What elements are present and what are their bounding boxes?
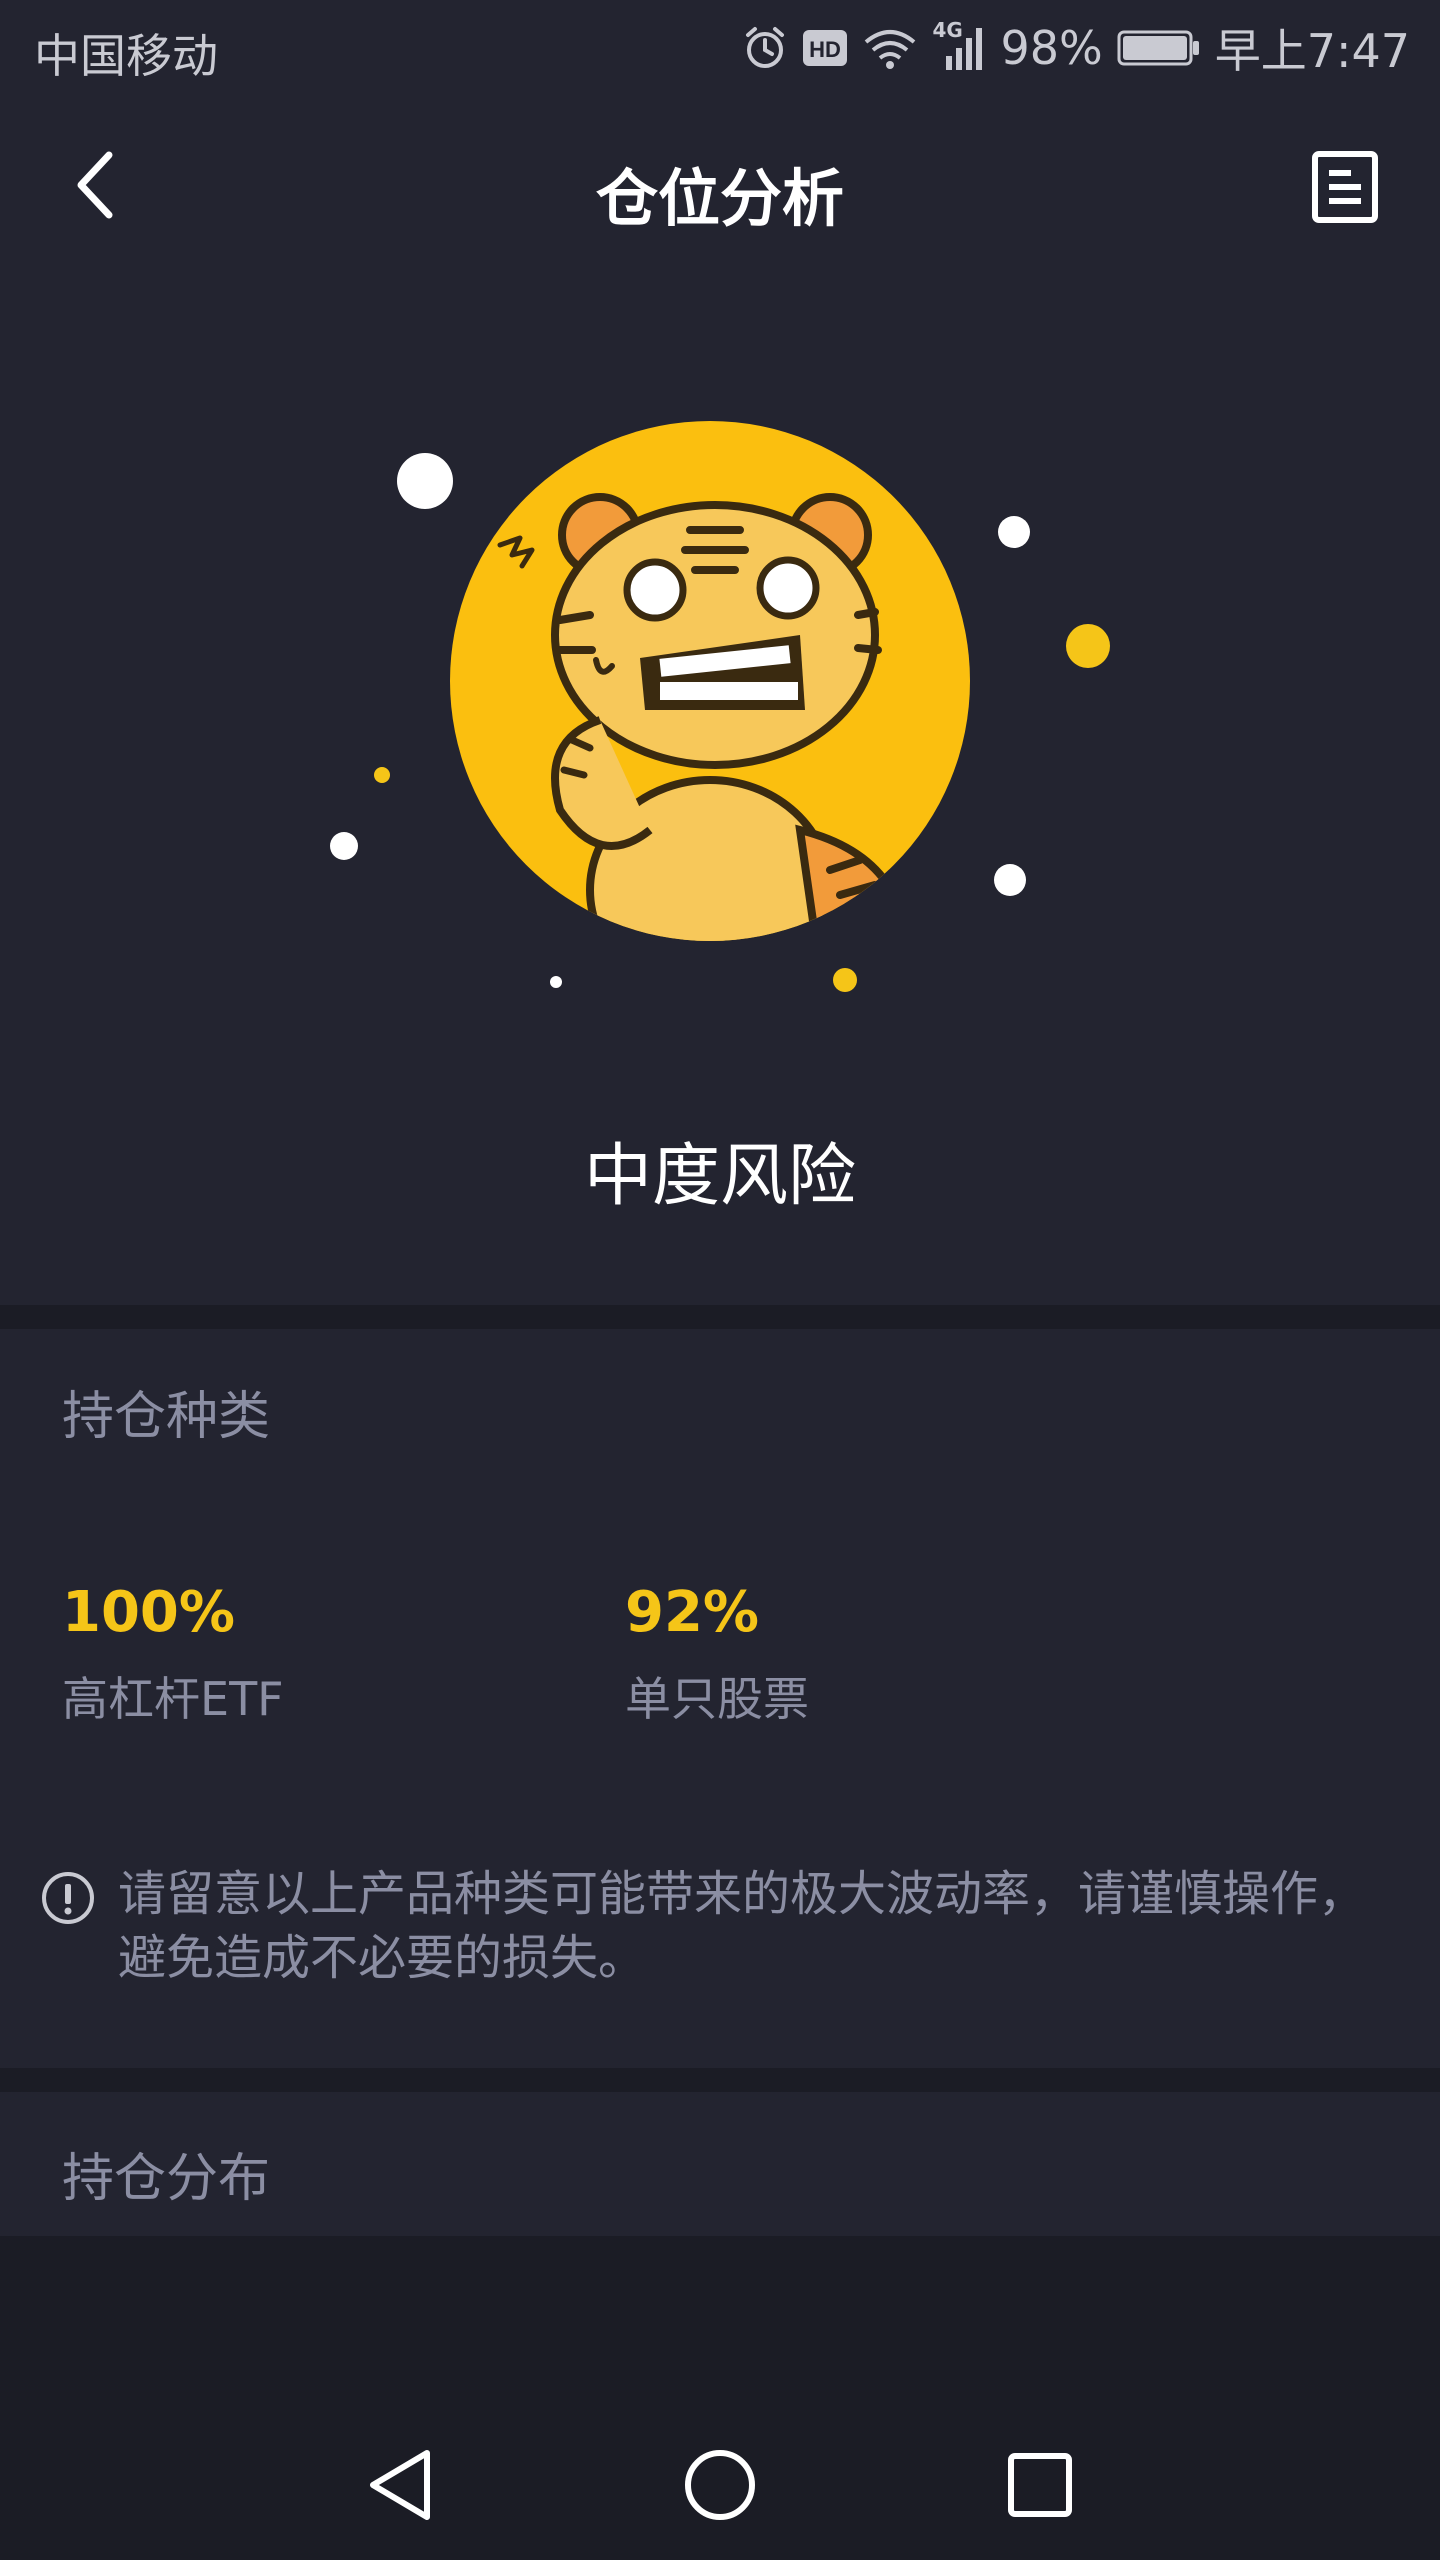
document-icon [1312, 151, 1378, 223]
circle-home-icon [685, 2450, 755, 2520]
document-button[interactable] [1300, 142, 1390, 232]
carrier-name: 中国移动 [34, 29, 218, 83]
app-header: 仓位分析 [0, 100, 1440, 270]
tiger-illustration [330, 421, 1110, 992]
stat-leveraged-etf: 100% 高杠杆ETF [62, 1580, 284, 1729]
stat-value: 100% [62, 1580, 236, 1645]
holdings-type-title: 持仓种类 [62, 1387, 271, 1447]
stat-label: 高杠杆ETF [62, 1672, 284, 1726]
alarm-icon [742, 25, 788, 71]
nav-recents-button[interactable] [995, 2440, 1085, 2530]
decor-dot [374, 767, 390, 783]
decor-dot [1066, 624, 1110, 668]
decor-dot [397, 453, 453, 509]
decor-dot [833, 968, 857, 992]
nav-back-button[interactable] [355, 2440, 445, 2530]
notice-text: 请留意以上产品种类可能带来的极大波动率，请谨慎操作，避免造成不必要的损失。 [118, 1866, 1367, 1986]
stat-value: 92% [625, 1580, 760, 1645]
cellular-signal-icon: 4G [932, 18, 986, 72]
stat-single-stock: 92% 单只股票 [625, 1580, 809, 1729]
risk-hero: 中度风险 [0, 270, 1440, 1305]
triangle-back-icon [370, 2450, 430, 2520]
battery-percent: 98% [1000, 21, 1103, 75]
risk-notice: 请留意以上产品种类可能带来的极大波动率，请谨慎操作，避免造成不必要的损失。 [40, 1862, 1400, 1990]
system-nav-bar [0, 2400, 1440, 2560]
decor-dot [330, 832, 358, 860]
decor-dot [994, 864, 1026, 896]
network-type: 4G [932, 18, 963, 42]
page-title: 仓位分析 [595, 162, 844, 235]
clock-time: 早上7:47 [1214, 24, 1410, 78]
svg-text:HD: HD [810, 37, 842, 62]
stat-label: 单只股票 [625, 1672, 809, 1726]
status-bar: 中国移动 HD 4G 98% 早上7:47 [0, 0, 1440, 100]
hd-icon: HD [802, 28, 848, 68]
holdings-distribution-title: 持仓分布 [62, 2149, 271, 2209]
screen: 中国移动 HD 4G 98% 早上7:47 仓位分析 中度风险 持仓种类 100… [0, 0, 1440, 2560]
status-icons: HD 4G 98% 早上7:47 [742, 18, 1410, 78]
battery-icon [1117, 28, 1201, 68]
square-recents-icon [1008, 2453, 1072, 2517]
nav-home-button[interactable] [675, 2440, 765, 2530]
risk-level-label: 中度风险 [583, 1137, 856, 1216]
section-divider [0, 2068, 1440, 2092]
decor-dot [550, 976, 562, 988]
section-divider [0, 1305, 1440, 1329]
decor-dot [998, 516, 1030, 548]
exclamation-circle-icon [42, 1872, 94, 1924]
wifi-icon [862, 26, 918, 70]
